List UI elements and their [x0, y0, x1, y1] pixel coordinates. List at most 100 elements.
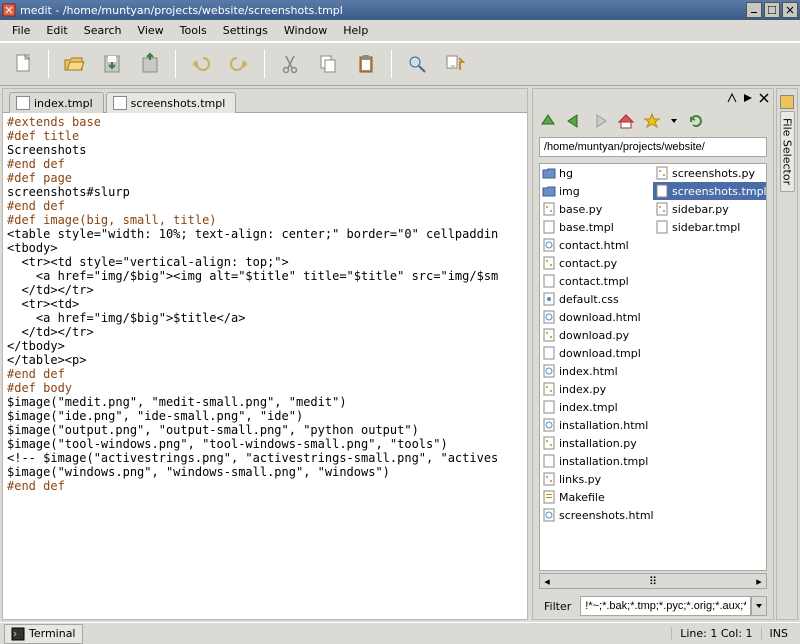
- file-type-icon: [542, 364, 556, 378]
- file-icon: [113, 96, 127, 110]
- file-item[interactable]: screenshots.html: [540, 506, 653, 524]
- file-item[interactable]: hg: [540, 164, 653, 182]
- file-item[interactable]: screenshots.py: [653, 164, 766, 182]
- file-icon: [16, 96, 30, 110]
- maximize-button[interactable]: [764, 2, 780, 18]
- file-item[interactable]: download.html: [540, 308, 653, 326]
- file-item[interactable]: contact.tmpl: [540, 272, 653, 290]
- tab-screenshots[interactable]: screenshots.tmpl: [106, 92, 237, 113]
- nav-home-icon[interactable]: [617, 112, 635, 130]
- filter-dropdown-button[interactable]: [751, 596, 767, 616]
- file-type-icon: [655, 166, 669, 180]
- file-selector-tab[interactable]: File Selector: [780, 111, 795, 192]
- dropdown-icon[interactable]: [669, 116, 679, 126]
- new-file-button[interactable]: [6, 47, 40, 81]
- file-selector-panel: hgimgbase.pybase.tmplcontact.htmlcontact…: [532, 88, 774, 620]
- file-type-icon: [542, 418, 556, 432]
- editor-tabs: index.tmpl screenshots.tmpl: [3, 89, 527, 113]
- file-type-icon: [542, 436, 556, 450]
- menu-window[interactable]: Window: [276, 22, 335, 39]
- folder-icon: [780, 95, 794, 109]
- filter-input[interactable]: [580, 596, 751, 616]
- file-type-icon: [542, 472, 556, 486]
- terminal-button[interactable]: Terminal: [4, 624, 83, 644]
- file-item[interactable]: sidebar.tmpl: [653, 218, 766, 236]
- file-type-icon: [542, 238, 556, 252]
- save-button[interactable]: [95, 47, 129, 81]
- side-tabs: File Selector: [776, 88, 798, 620]
- tab-index[interactable]: index.tmpl: [9, 92, 104, 113]
- undo-button[interactable]: [184, 47, 218, 81]
- minimize-button[interactable]: [746, 2, 762, 18]
- paste-button[interactable]: [349, 47, 383, 81]
- file-item[interactable]: download.py: [540, 326, 653, 344]
- toolbar: [0, 42, 800, 86]
- editor-pane: index.tmpl screenshots.tmpl #extends bas…: [2, 88, 528, 620]
- menu-tools[interactable]: Tools: [172, 22, 215, 39]
- menu-search[interactable]: Search: [76, 22, 130, 39]
- file-item[interactable]: base.tmpl: [540, 218, 653, 236]
- file-type-icon: [542, 166, 556, 180]
- file-item[interactable]: index.py: [540, 380, 653, 398]
- file-item[interactable]: installation.tmpl: [540, 452, 653, 470]
- save-as-button[interactable]: [133, 47, 167, 81]
- file-item[interactable]: default.css: [540, 290, 653, 308]
- menu-view[interactable]: View: [130, 22, 172, 39]
- file-type-icon: [542, 382, 556, 396]
- cut-button[interactable]: [273, 47, 307, 81]
- horizontal-scrollbar[interactable]: ◂⠿▸: [539, 573, 767, 589]
- file-type-icon: [655, 184, 669, 198]
- menu-bar: File Edit Search View Tools Settings Win…: [0, 20, 800, 42]
- collapse-icon[interactable]: [743, 93, 753, 103]
- file-list[interactable]: hgimgbase.pybase.tmplcontact.htmlcontact…: [539, 163, 767, 571]
- file-item[interactable]: installation.html: [540, 416, 653, 434]
- nav-back-icon[interactable]: [565, 112, 583, 130]
- file-item[interactable]: index.tmpl: [540, 398, 653, 416]
- insert-mode[interactable]: INS: [761, 627, 796, 640]
- file-type-icon: [542, 454, 556, 468]
- nav-forward-icon[interactable]: [591, 112, 609, 130]
- terminal-icon: [11, 627, 25, 641]
- menu-file[interactable]: File: [4, 22, 38, 39]
- find-button[interactable]: [400, 47, 434, 81]
- file-type-icon: [542, 400, 556, 414]
- detach-icon[interactable]: [727, 93, 737, 103]
- nav-up-icon[interactable]: [539, 112, 557, 130]
- file-item[interactable]: img: [540, 182, 653, 200]
- path-input[interactable]: [539, 137, 767, 157]
- file-type-icon: [542, 328, 556, 342]
- file-item[interactable]: installation.py: [540, 434, 653, 452]
- file-type-icon: [542, 310, 556, 324]
- editor-text[interactable]: #extends base #def title Screenshots #en…: [3, 113, 527, 619]
- close-button[interactable]: [782, 2, 798, 18]
- close-panel-icon[interactable]: [759, 93, 769, 103]
- filter-label: Filter: [539, 597, 576, 616]
- file-item[interactable]: base.py: [540, 200, 653, 218]
- bookmark-star-icon[interactable]: [643, 112, 661, 130]
- file-type-icon: [655, 220, 669, 234]
- replace-button[interactable]: [438, 47, 472, 81]
- menu-help[interactable]: Help: [335, 22, 376, 39]
- file-type-icon: [542, 346, 556, 360]
- file-item[interactable]: contact.html: [540, 236, 653, 254]
- redo-button[interactable]: [222, 47, 256, 81]
- file-type-icon: [542, 274, 556, 288]
- file-item[interactable]: screenshots.tmpl: [653, 182, 766, 200]
- app-icon: [2, 3, 16, 17]
- file-item[interactable]: index.html: [540, 362, 653, 380]
- menu-settings[interactable]: Settings: [215, 22, 276, 39]
- file-item[interactable]: contact.py: [540, 254, 653, 272]
- refresh-icon[interactable]: [687, 112, 705, 130]
- file-item[interactable]: download.tmpl: [540, 344, 653, 362]
- title-bar: medit - /home/muntyan/projects/website/s…: [0, 0, 800, 20]
- file-type-icon: [542, 490, 556, 504]
- file-item[interactable]: sidebar.py: [653, 200, 766, 218]
- copy-button[interactable]: [311, 47, 345, 81]
- file-type-icon: [655, 202, 669, 216]
- open-file-button[interactable]: [57, 47, 91, 81]
- file-item[interactable]: links.py: [540, 470, 653, 488]
- file-type-icon: [542, 256, 556, 270]
- file-item[interactable]: Makefile: [540, 488, 653, 506]
- file-type-icon: [542, 292, 556, 306]
- menu-edit[interactable]: Edit: [38, 22, 75, 39]
